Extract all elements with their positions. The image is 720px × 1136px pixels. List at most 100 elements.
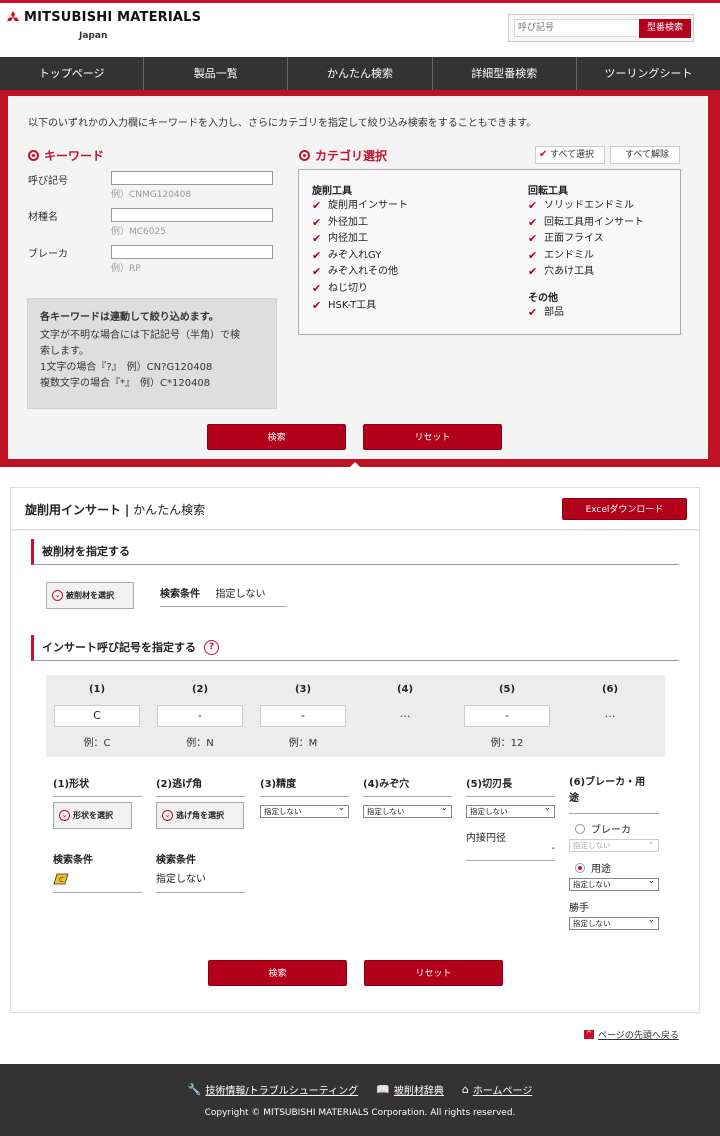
keyword-heading-label: キーワード — [44, 149, 105, 163]
radio-bullet-icon — [28, 150, 39, 161]
breaker-radio[interactable]: ブレーカ — [575, 821, 631, 836]
code-position: (6) — [601, 684, 619, 695]
title-separator: | — [124, 503, 130, 517]
category-checkbox[interactable]: ✔ 内径加工 — [312, 231, 408, 248]
easy-search-body: 被削材を指定する ⌄ 被削材を選択 検索条件 指定しない インサート呼び記号を指… — [11, 531, 699, 1012]
category-checkbox[interactable]: ✔ 旋削用インサート — [312, 198, 408, 215]
footer-link-material-dictionary[interactable]: 📖 被削材辞典 — [376, 1082, 444, 1097]
shape-condition: C — [53, 868, 142, 893]
callnumber-example: 例）CNMG120408 — [111, 190, 192, 200]
select-shape-label: 形状を選択 — [73, 811, 113, 820]
keyword-search-button[interactable]: 検索 — [207, 424, 346, 450]
usage-radio[interactable]: 用途 — [575, 860, 611, 875]
nav-item-tooling-sheet[interactable]: ツーリングシート — [577, 57, 720, 90]
keyword-reset-button[interactable]: リセット — [363, 424, 502, 450]
title-category: 旋削用インサート — [25, 503, 122, 517]
category-checkbox[interactable]: ✔ 穴あけ工具 — [528, 264, 644, 281]
note-title: 各キーワードは連動して絞り込めます。 — [40, 312, 219, 323]
breaker-input[interactable] — [111, 245, 273, 259]
category-checkbox[interactable]: ✔ HSK-T工具 — [312, 298, 408, 315]
nav-item-easy-search[interactable]: かんたん検索 — [288, 57, 433, 90]
nav-item-top[interactable]: トップページ — [0, 57, 145, 90]
page-top-link[interactable]: ^ ページの先頭へ戻る — [584, 1028, 679, 1041]
tolerance-select[interactable]: 指定しない — [260, 803, 349, 818]
code-value-box[interactable]: - — [464, 705, 550, 727]
company-logo[interactable]: MITSUBISHI MATERIALS — [6, 10, 201, 25]
rotating-tools-title: 回転工具 — [528, 186, 568, 197]
hole-heading: (4)みぞ穴 — [363, 775, 452, 797]
category-checkbox[interactable]: ✔ 部品 — [528, 305, 644, 322]
collapse-arrow-icon[interactable] — [350, 462, 360, 467]
category-label: ねじ切り — [328, 282, 368, 294]
code-placeholder: … — [604, 707, 616, 720]
footer-link-label: 被削材辞典 — [393, 1086, 444, 1097]
title-mode: かんたん検索 — [133, 503, 206, 517]
check-icon: ✔ — [312, 265, 322, 279]
help-icon[interactable]: ? — [204, 640, 219, 655]
category-checkbox[interactable]: ✔ みぞ入れその他 — [312, 264, 408, 281]
select-work-material-button[interactable]: ⌄ 被削材を選択 — [46, 582, 134, 609]
check-icon: ✔ — [528, 215, 538, 229]
code-value-box[interactable]: C — [54, 705, 140, 727]
category-checkbox[interactable]: ✔ エンドミル — [528, 248, 644, 265]
code-position: (2) — [191, 684, 209, 695]
hand-select[interactable]: 指定しない — [569, 915, 659, 930]
other-title: その他 — [528, 292, 558, 304]
code-example: 例：12 — [490, 738, 524, 749]
easy-reset-button[interactable]: リセット — [364, 960, 503, 986]
callnumber-input[interactable] — [111, 171, 273, 185]
condition-value: 指定しない — [215, 589, 266, 600]
category-label: 回転工具用インサート — [544, 216, 644, 228]
category-checkbox[interactable]: ✔ 正面フライス — [528, 231, 644, 248]
category-checkbox[interactable]: ✔ ねじ切り — [312, 281, 408, 298]
excel-download-button[interactable]: Excelダウンロード — [562, 498, 687, 520]
select-relief-angle-button[interactable]: ⌄ 逃げ角を選択 — [156, 802, 244, 829]
shape-heading: (1)形状 — [53, 775, 142, 797]
code-position: (5) — [498, 684, 516, 695]
usage-select[interactable]: 指定しない — [569, 876, 659, 891]
footer-link-tech-info[interactable]: 🔧 技術情報/トラブルシューティング — [188, 1082, 358, 1097]
easy-search-header: 旋削用インサート | かんたん検索 Excelダウンロード — [11, 488, 699, 530]
deselect-all-button[interactable]: すべて解除 — [610, 146, 680, 164]
category-label: 内径加工 — [328, 233, 368, 245]
breaker-select[interactable]: 指定しない — [569, 837, 659, 852]
wildcard-note: 各キーワードは連動して絞り込めます。 文字が不明な場合には下記記号（半角）で検 … — [27, 298, 277, 409]
nav-item-products[interactable]: 製品一覧 — [144, 57, 289, 90]
category-checkbox[interactable]: ✔ みぞ入れGY — [312, 248, 408, 265]
code-column: (1) C 例：C — [53, 675, 141, 749]
code-value-box[interactable]: - — [260, 705, 346, 727]
part-number-input[interactable] — [514, 19, 640, 37]
category-heading-label: カテゴリ選択 — [315, 149, 388, 163]
category-checkbox[interactable]: ✔ 外径加工 — [312, 215, 408, 232]
category-label: 旋削用インサート — [328, 200, 408, 211]
page-top-label: ページの先頭へ戻る — [598, 1031, 679, 1041]
grade-input[interactable] — [111, 208, 273, 222]
select-all-button[interactable]: ✔ すべて選択 — [535, 146, 605, 164]
code-column: (3) - 例：M — [259, 675, 347, 749]
category-box: 旋削工具 ✔ 旋削用インサート ✔ 外径加工 ✔ 内径加工 ✔ みぞ入れGY ✔ みぞ入れ… — [298, 169, 681, 335]
select-shape-button[interactable]: ⌄ 形状を選択 — [53, 802, 132, 829]
hand-label: 勝手 — [569, 903, 589, 914]
main-nav: トップページ 製品一覧 かんたん検索 詳細型番検索 ツーリングシート — [0, 57, 720, 90]
easy-search-button[interactable]: 検索 — [208, 960, 347, 986]
code-column: (6) … — [566, 675, 654, 727]
part-number-search-button[interactable]: 型番検索 — [639, 19, 691, 38]
condition-label: 検索条件 — [160, 589, 200, 600]
category-checkbox[interactable]: ✔ ソリッドエンドミル — [528, 198, 644, 215]
category-checkbox[interactable]: ✔ 回転工具用インサート — [528, 215, 644, 232]
turning-tools-title: 旋削工具 — [312, 186, 352, 197]
tolerance-heading: (3)精度 — [260, 775, 349, 797]
edge-length-select[interactable]: 指定しない — [466, 803, 555, 818]
three-diamonds-icon — [7, 11, 19, 21]
insert-shape-letter: C — [59, 876, 64, 884]
hole-select[interactable]: 指定しない — [363, 803, 452, 818]
field-label-grade: 材種名 — [28, 212, 58, 223]
footer-link-homepage[interactable]: ⌂ ホームページ — [462, 1082, 532, 1097]
code-value-box[interactable]: - — [157, 705, 243, 727]
footer-link-label: 技術情報/トラブルシューティング — [205, 1086, 359, 1097]
radio-bullet-icon — [299, 150, 310, 161]
logo-subtitle: Japan — [79, 31, 108, 41]
nav-item-detail-search[interactable]: 詳細型番検索 — [433, 57, 577, 90]
chevron-down-icon: ⌄ — [59, 810, 70, 821]
code-placeholder: … — [399, 707, 411, 720]
